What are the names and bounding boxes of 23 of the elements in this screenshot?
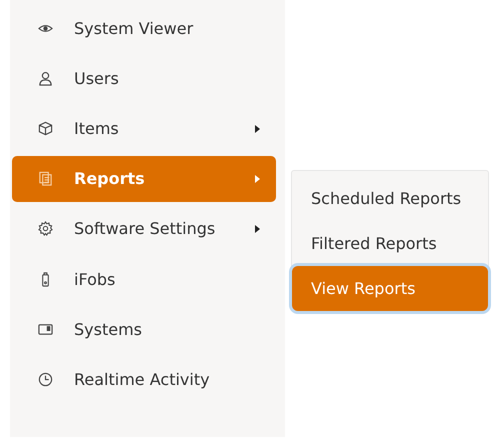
menu-label: Reports [74, 169, 146, 188]
menu-label: iFobs [74, 270, 116, 289]
menu-item[interactable]: iFobs [12, 256, 276, 302]
menu-item[interactable]: Realtime Activity [12, 356, 276, 402]
menu-label: Software Settings [74, 219, 216, 238]
menu-label: Systems [74, 320, 143, 339]
menu-label: Items [74, 119, 120, 138]
menu-item[interactable]: Software Settings [12, 206, 276, 252]
cube-icon [38, 121, 53, 136]
menu-label: System Viewer [74, 18, 194, 38]
document-icon [38, 171, 53, 186]
submenu-item[interactable]: Scheduled Reports [292, 176, 488, 221]
gear-icon [38, 221, 53, 236]
menu-item[interactable]: Items [12, 106, 276, 152]
menu-label: Users [74, 68, 120, 88]
clock-icon [38, 372, 53, 387]
user-icon [38, 70, 53, 86]
menu-item[interactable]: Systems [12, 306, 276, 352]
panel-icon [38, 322, 53, 337]
menu-item[interactable]: System Viewer [12, 5, 276, 52]
menu-item[interactable]: Users [12, 55, 276, 102]
menu-label: Realtime Activity [74, 370, 211, 389]
submenu-item[interactable]: Filtered Reports [292, 221, 488, 266]
